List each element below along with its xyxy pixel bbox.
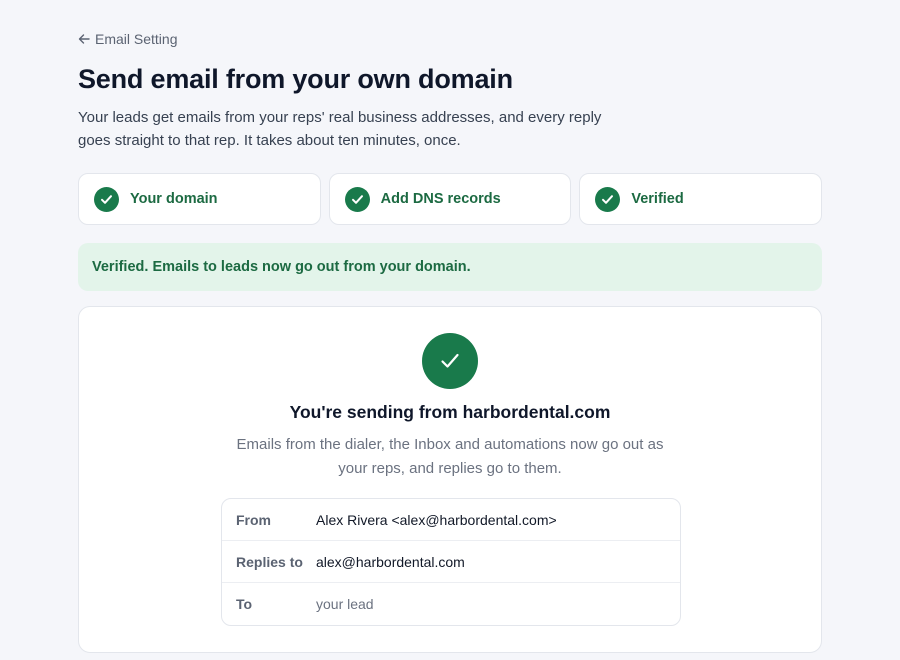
step-label: Add DNS records (380, 191, 501, 207)
verified-card: You're sending from harbordental.com Ema… (78, 306, 822, 653)
detail-row-from: From Alex Rivera <alex@harbordental.com> (222, 499, 680, 541)
detail-value: Alex Rivera <alex@harbordental.com> (316, 511, 557, 528)
card-title: You're sending from harbordental.com (289, 402, 611, 422)
step-add-dns-records[interactable]: Add DNS records (328, 173, 572, 225)
success-alert: Verified. Emails to leads now go out fro… (78, 243, 822, 291)
step-label: Your domain (130, 191, 218, 207)
page: Email Setting Send email from your own d… (0, 0, 900, 660)
setup-steps: Your domain Add DNS records Verified (78, 173, 823, 225)
detail-value: your lead (316, 596, 374, 612)
detail-row-replies-to: Replies to alex@harbordental.com (222, 541, 680, 583)
check-icon (94, 186, 119, 212)
step-label: Verified (631, 191, 684, 207)
page-description: Your leads get emails from your reps' re… (78, 109, 602, 149)
detail-row-to: To your lead (222, 583, 680, 625)
detail-label: To (236, 596, 253, 612)
check-icon (422, 333, 478, 389)
arrow-left-icon (78, 34, 90, 44)
step-verified[interactable]: Verified (579, 173, 823, 225)
sender-details: From Alex Rivera <alex@harbordental.com>… (221, 498, 681, 626)
page-title: Send email from your own domain (78, 64, 513, 94)
check-icon (344, 186, 370, 212)
check-icon (595, 186, 621, 212)
back-link-label[interactable]: Email Setting (95, 31, 177, 47)
detail-label: From (236, 511, 271, 528)
detail-label: Replies to (236, 553, 303, 570)
detail-value: alex@harbordental.com (316, 553, 465, 570)
card-description: Emails from the dialer, the Inbox and au… (236, 436, 664, 477)
back-link[interactable]: Email Setting (78, 31, 177, 47)
step-your-domain[interactable]: Your domain (78, 173, 321, 225)
